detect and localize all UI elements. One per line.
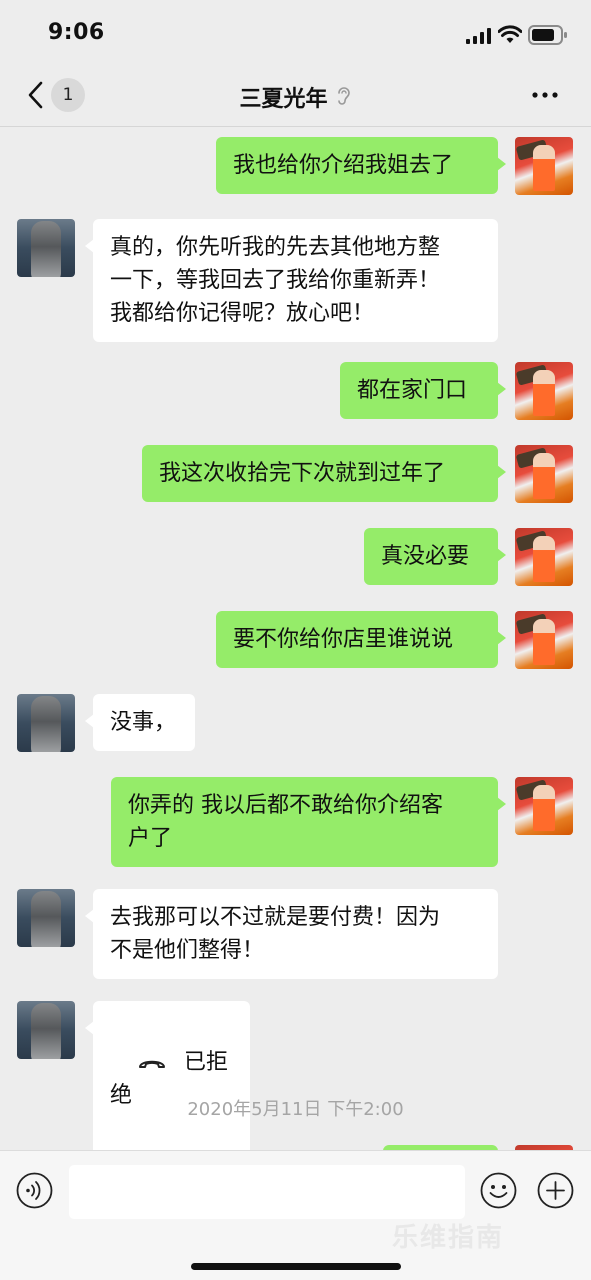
status-bar: 9:06 [0,0,591,64]
message-bubble-5[interactable]: 要不你给你店里谁说说 [216,611,506,668]
call-declined-bubble[interactable]: 已拒绝 [85,1001,250,1150]
message-bubble-3[interactable]: 我这次收拾完下次就到过年了 [142,445,506,502]
message-input[interactable] [69,1165,465,1219]
my-avatar[interactable] [515,445,573,503]
status-time: 9:06 [48,20,105,45]
chat-header: 1 三夏光年 [0,64,591,127]
contact-avatar[interactable] [17,1001,75,1059]
message-bubble-8[interactable]: 去我那可以不过就是要付费！因为 不是他们整得！ [85,889,498,979]
wifi-icon [498,25,522,43]
home-indicator [191,1263,401,1270]
chat-title-container: 三夏光年 [0,81,591,113]
chat-title: 三夏光年 [239,87,328,112]
my-avatar[interactable] [515,611,573,669]
phone-hangup-icon [138,1060,165,1068]
contact-avatar[interactable] [17,694,75,752]
contact-avatar[interactable] [17,889,75,947]
message-bubble-6[interactable]: 没事， [85,694,195,751]
message-bubble-2[interactable]: 都在家门口 [340,362,506,419]
my-avatar[interactable] [515,777,573,835]
watermark-text: 乐维指南 [392,1223,505,1253]
my-avatar[interactable] [515,528,573,586]
battery-icon [528,25,567,45]
contact-avatar[interactable] [17,219,75,277]
message-timestamp: 2020年5月11日 下午2:00 [187,1099,404,1120]
emoji-smiley-icon[interactable] [480,1172,517,1209]
message-bubble-1[interactable]: 真的，你先听我的先去其他地方整 一下，等我回去了我给你重新弄！ 我都给你记得呢？… [85,219,498,342]
voice-input-button[interactable] [16,1172,53,1209]
more-options-icon[interactable] [530,86,560,104]
cellular-signal-icon [466,28,491,44]
message-bubble-0[interactable]: 我也给你介绍我姐去了 [216,137,506,194]
message-bubble-7[interactable]: 你弄的 我以后都不敢给你介绍客 户了 [111,777,506,867]
plus-more-icon[interactable] [537,1172,574,1209]
earpiece-mode-icon [337,87,350,105]
my-avatar[interactable] [515,137,573,195]
input-bar: 乐维指南 [0,1150,591,1280]
message-bubble-4[interactable]: 真没必要 [364,528,506,585]
message-list[interactable]: 我也给你介绍我姐去了 真的，你先听我的先去其他地方整 一下，等我回去了我给你重新… [0,127,591,1150]
my-avatar[interactable] [515,362,573,420]
